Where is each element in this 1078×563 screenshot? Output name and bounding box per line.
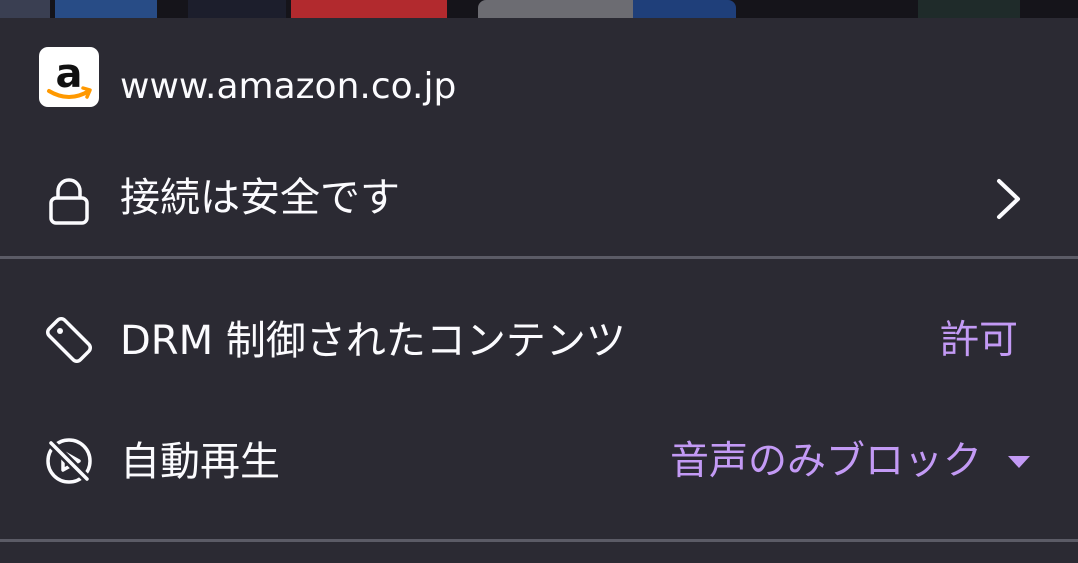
drm-tag-icon <box>44 315 94 365</box>
background-thumbnail <box>918 0 1020 18</box>
background-thumbnail <box>188 0 286 18</box>
chevron-right-icon <box>990 178 1024 220</box>
lock-icon <box>44 176 94 226</box>
autoplay-row[interactable]: 自動再生 音声のみブロック <box>0 428 1078 508</box>
background-thumbnail <box>291 0 447 18</box>
site-url: www.amazon.co.jp <box>120 66 457 107</box>
drm-content-label: DRM 制御されたコンテンツ <box>120 318 626 364</box>
site-info-panel-page: a www.amazon.co.jp 接続は安全です DRM 制御されたコンテン… <box>0 0 1078 563</box>
background-thumbnail <box>633 0 736 18</box>
background-thumbnail <box>0 0 50 18</box>
connection-security-label: 接続は安全です <box>120 175 400 221</box>
site-info-panel: a www.amazon.co.jp 接続は安全です DRM 制御されたコンテン… <box>0 18 1078 563</box>
autoplay-blocked-icon <box>44 436 94 486</box>
autoplay-label: 自動再生 <box>120 439 280 485</box>
dropdown-triangle-icon[interactable] <box>1006 454 1032 470</box>
background-page-strip <box>0 0 1078 18</box>
drm-permission-value[interactable]: 許可 <box>940 317 1018 365</box>
drm-content-row[interactable]: DRM 制御されたコンテンツ 許可 <box>0 303 1078 383</box>
section-divider <box>0 539 1078 542</box>
background-thumbnail <box>55 0 157 18</box>
connection-security-row[interactable]: 接続は安全です <box>0 158 1078 258</box>
site-header: a www.amazon.co.jp <box>0 18 1078 158</box>
svg-text:a: a <box>56 51 83 97</box>
section-divider <box>0 256 1078 259</box>
background-thumbnail <box>478 0 633 18</box>
amazon-logo-icon: a <box>39 47 99 107</box>
autoplay-setting-select[interactable]: 音声のみブロック <box>670 438 982 486</box>
